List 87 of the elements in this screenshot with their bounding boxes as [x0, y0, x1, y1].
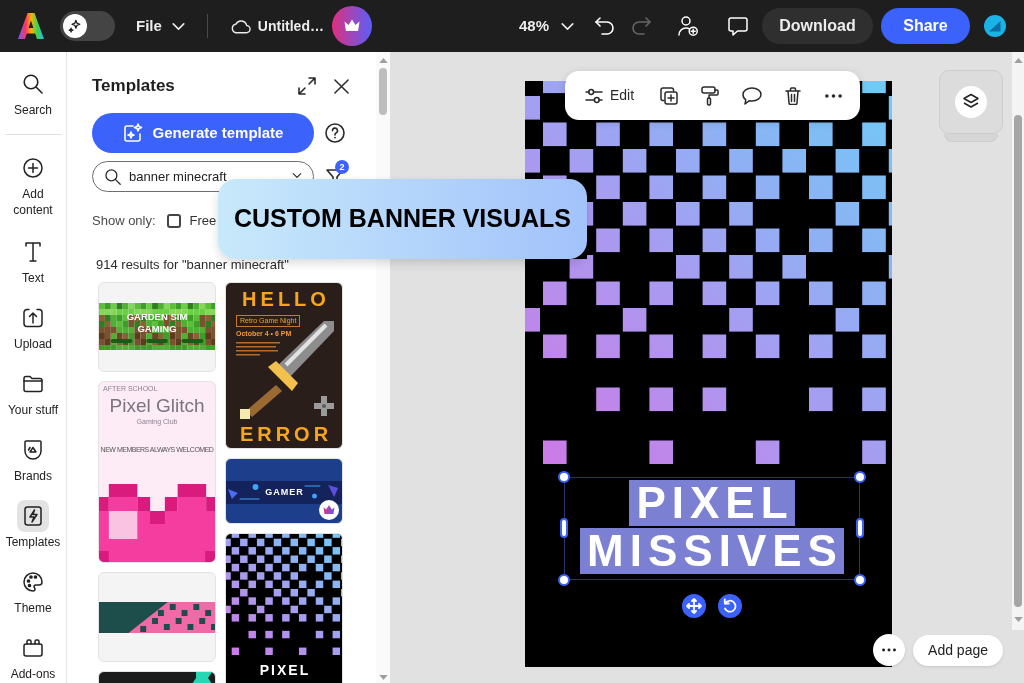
download-button[interactable]: Download: [762, 8, 873, 44]
sliders-icon: [585, 87, 603, 104]
heading-text: MISSIVES: [580, 528, 844, 574]
document-title[interactable]: Untitled…: [257, 15, 324, 37]
thumbnail-title: ERROR: [238, 423, 333, 444]
toggle-switch[interactable]: [60, 11, 115, 41]
template-thumbnail[interactable]: GAMER: [225, 457, 343, 524]
thumbnail-title: GARDEN SIM GAMING: [125, 310, 189, 335]
crown-icon[interactable]: [331, 6, 372, 46]
toolbox-icon: [23, 638, 43, 658]
close-icon[interactable]: [334, 78, 349, 94]
sidebar-item[interactable]: Add content: [0, 152, 66, 218]
shield-icon: [23, 440, 43, 460]
template-thumbnail[interactable]: [98, 571, 216, 662]
chevron-down-icon: [171, 22, 185, 30]
thumbnail-title: GAMER: [264, 486, 304, 497]
sidebar-item[interactable]: Templates: [0, 500, 66, 550]
sidebar-item[interactable]: Upload: [0, 302, 66, 352]
template-thumbnail[interactable]: GARDEN SIM GAMING: [98, 281, 216, 372]
scrollbar-thumb[interactable]: [379, 68, 387, 115]
sidebar-item[interactable]: Search: [0, 68, 66, 118]
resize-handle-icon[interactable]: [558, 574, 570, 586]
folder-icon: [23, 374, 43, 394]
trash-icon[interactable]: [785, 86, 802, 105]
duplicate-icon[interactable]: [660, 86, 679, 105]
scrollbar-thumb[interactable]: [1014, 115, 1022, 607]
logo-icon[interactable]: [18, 13, 44, 39]
chevron-down-icon: [561, 22, 574, 30]
heading-text: PIXEL: [629, 480, 795, 526]
count-badge: 2: [335, 160, 349, 174]
generate-template-button[interactable]: Generate template: [92, 113, 314, 153]
avatar-icon[interactable]: [984, 15, 1006, 37]
lightning-card-icon: [17, 500, 49, 532]
more-options-button[interactable]: [873, 634, 906, 666]
scroll-down-icon[interactable]: [378, 675, 388, 680]
file-menu-button[interactable]: File: [136, 14, 185, 38]
sparkle-square-icon: [122, 123, 143, 143]
move-icon[interactable]: [682, 594, 706, 618]
dpad-icon: [314, 395, 334, 416]
checkbox[interactable]: [166, 213, 181, 228]
template-thumbnail[interactable]: PIXEL: [225, 532, 343, 683]
sidebar-item[interactable]: Your stuff: [0, 368, 66, 418]
sparkle-icon: [68, 19, 82, 33]
help-icon[interactable]: [325, 123, 345, 143]
text-lines-drawing: [236, 341, 280, 356]
sidebar-item[interactable]: Text: [0, 236, 66, 286]
text-icon: [23, 242, 43, 262]
comment-icon[interactable]: [742, 86, 763, 105]
layers-icon: [955, 86, 987, 118]
results-count: 914 results for "banner minecraft": [95, 256, 290, 273]
ribbon-icon: [190, 671, 212, 683]
zoom-menu-button[interactable]: 48%: [518, 14, 574, 38]
plus-circle-icon: [23, 158, 43, 178]
thumbnail-title: Pixel Glitch: [109, 395, 205, 416]
sidebar-item[interactable]: Add-ons: [0, 632, 66, 682]
cloud-icon: [229, 18, 251, 34]
share-button[interactable]: Share: [881, 8, 970, 44]
thumbnail-title: HELLO: [241, 288, 330, 309]
scrollbar[interactable]: [1012, 52, 1024, 630]
rotate-icon[interactable]: [718, 594, 742, 618]
chevron-down-icon[interactable]: [292, 173, 302, 178]
paint-roller-icon[interactable]: [701, 85, 720, 106]
edit-button[interactable]: Edit: [585, 85, 635, 106]
more-icon: [882, 648, 897, 652]
add-page-button[interactable]: Add page: [913, 634, 1003, 666]
search-icon: [105, 168, 121, 185]
palette-icon: [23, 572, 43, 592]
resize-handle-icon[interactable]: [854, 574, 866, 586]
filter-label: Show only:: [92, 212, 156, 230]
layers-button[interactable]: [939, 70, 1003, 134]
panel-title: Templates: [92, 75, 175, 98]
sidebar-item[interactable]: Brands: [0, 434, 66, 484]
expand-icon[interactable]: [298, 77, 316, 95]
crown-icon: [319, 499, 339, 520]
resize-handle-icon[interactable]: [856, 518, 864, 538]
checkbox-label[interactable]: Free: [189, 211, 217, 231]
search-icon: [23, 74, 43, 94]
resize-handle-icon[interactable]: [560, 518, 568, 538]
upload-icon: [23, 308, 43, 328]
person-add-icon[interactable]: [678, 16, 698, 36]
thumbnail-title: PIXEL: [258, 661, 311, 678]
resize-handle-icon[interactable]: [854, 471, 866, 483]
more-icon[interactable]: [825, 93, 843, 98]
sidebar-item[interactable]: Theme: [0, 566, 66, 616]
resize-handle-icon[interactable]: [558, 471, 570, 483]
undo-icon[interactable]: [595, 17, 615, 35]
scroll-up-icon[interactable]: [378, 58, 388, 63]
